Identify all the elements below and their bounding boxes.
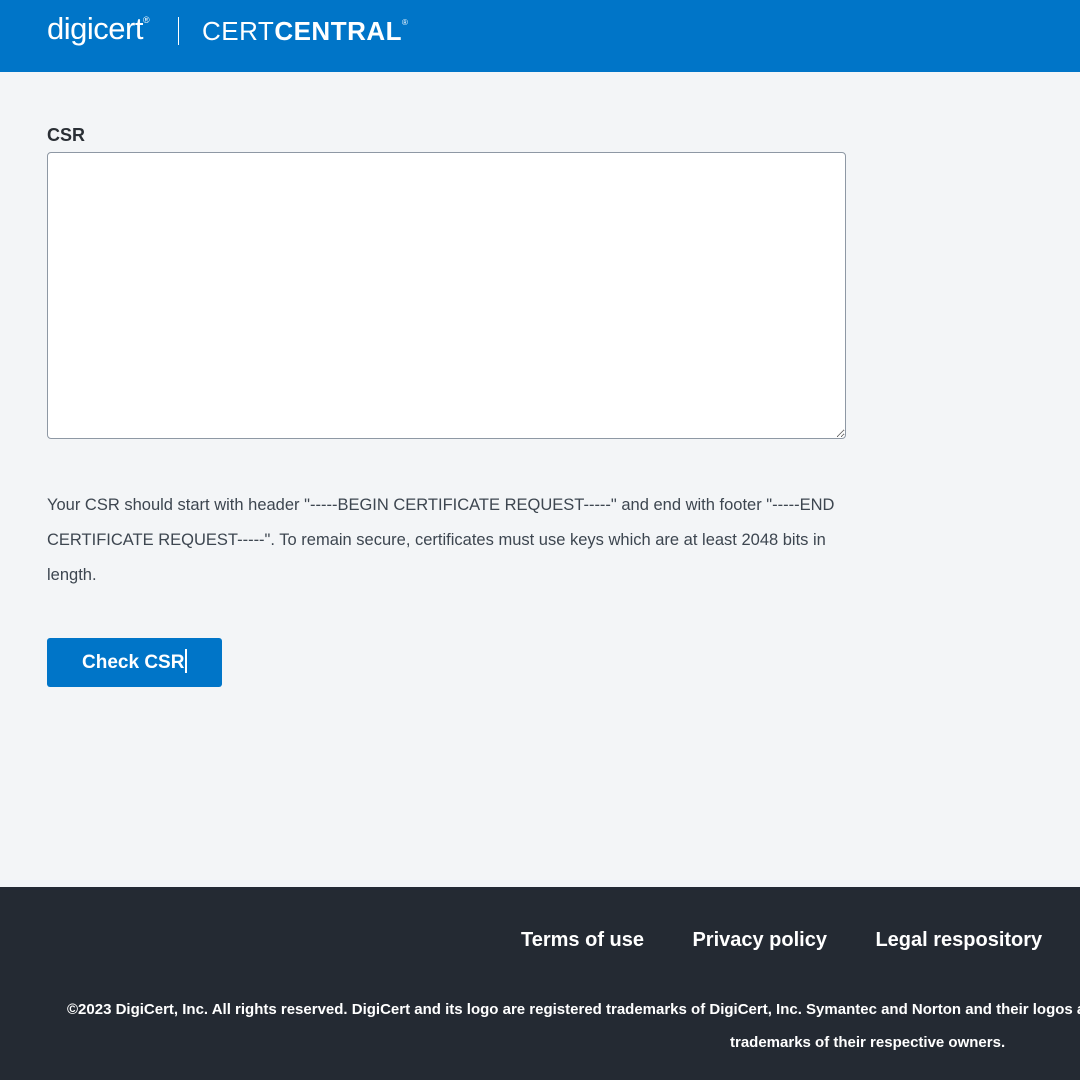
- footer-link-terms-of-use[interactable]: Terms of use: [521, 929, 644, 951]
- digicert-logo[interactable]: digicert®: [47, 11, 150, 47]
- copyright-text-line-2: trademarks of their respective owners.: [730, 1034, 1006, 1051]
- text-caret: [185, 648, 187, 673]
- footer-link-privacy-policy[interactable]: Privacy policy: [692, 929, 827, 951]
- page-footer: Terms of use Privacy policy Legal respos…: [0, 887, 1080, 1080]
- product-name-thin: CERT: [202, 16, 275, 46]
- product-name-bold: CENTRAL: [274, 16, 403, 46]
- top-header: digicert® CERTCENTRAL®: [0, 0, 1080, 72]
- certcentral-logo[interactable]: CERTCENTRAL®: [202, 16, 408, 47]
- logo-divider: [178, 17, 179, 45]
- brand-name: digicert: [47, 11, 143, 46]
- brand-registered-mark: ®: [142, 15, 150, 25]
- check-csr-button[interactable]: Check CSR: [47, 638, 222, 687]
- csr-help-text: Your CSR should start with header "-----…: [47, 496, 835, 584]
- csr-label: CSR: [47, 125, 86, 145]
- check-csr-button-label: Check CSR: [82, 652, 185, 673]
- product-registered-mark: ®: [402, 18, 409, 27]
- footer-link-legal-repository[interactable]: Legal respository: [875, 929, 1042, 951]
- copyright-text-line-1: ©2023 DigiCert, Inc. All rights reserved…: [67, 1001, 1080, 1018]
- footer-links: Terms of use Privacy policy Legal respos…: [521, 929, 1080, 952]
- csr-input[interactable]: [47, 152, 846, 439]
